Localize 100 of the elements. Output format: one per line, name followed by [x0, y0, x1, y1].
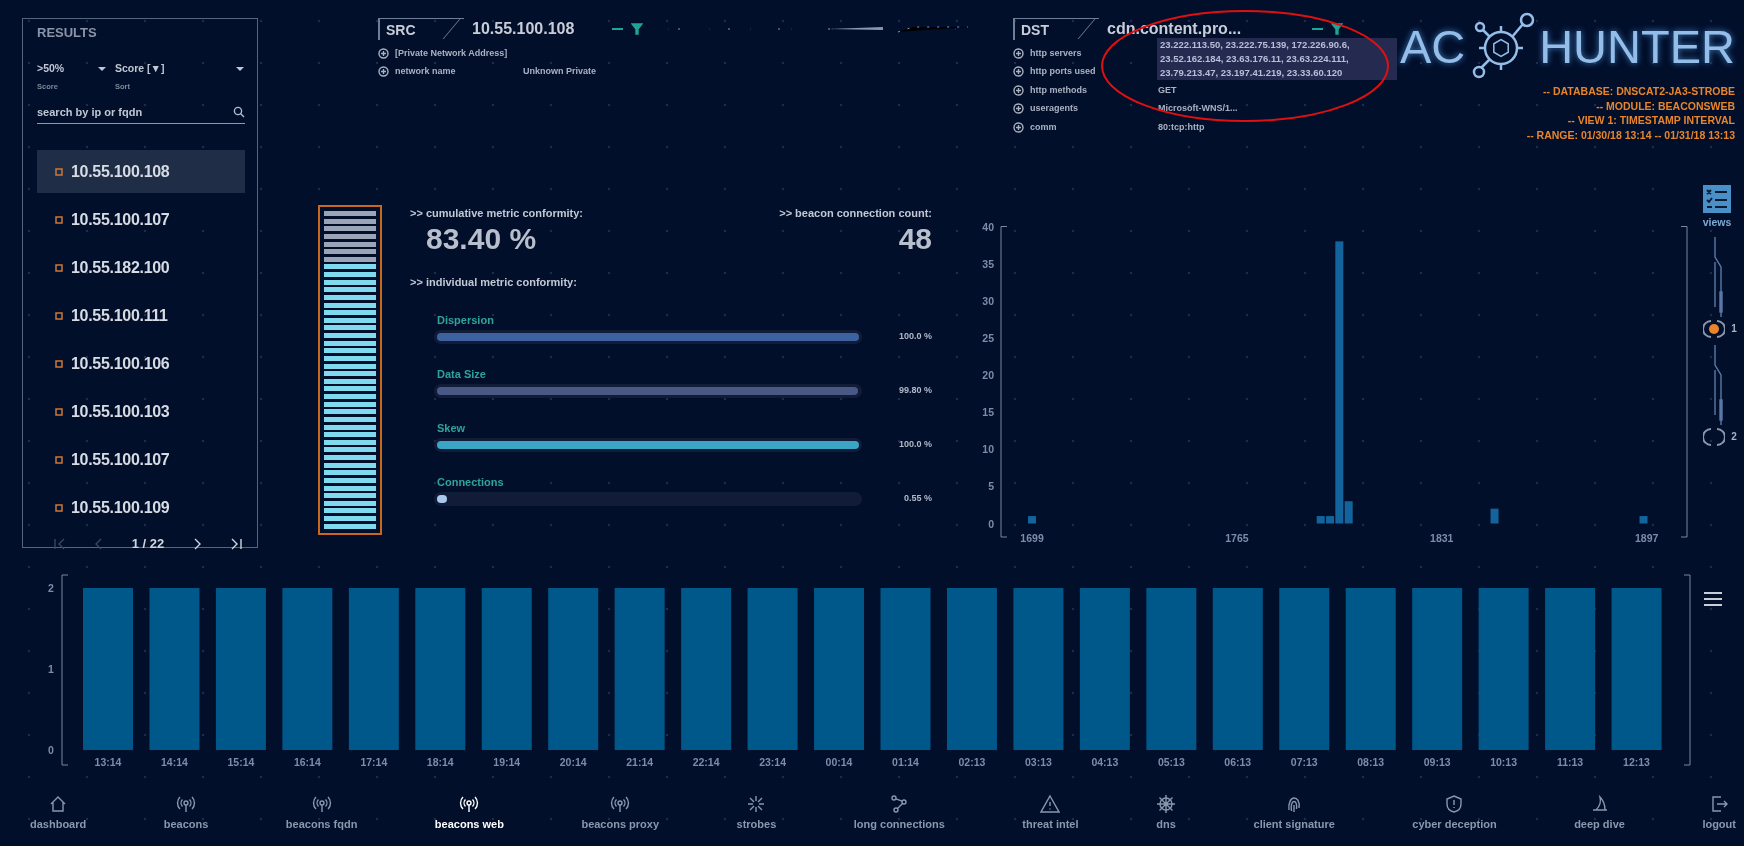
square-icon — [55, 503, 63, 512]
nav-tab[interactable]: beacons — [163, 794, 209, 846]
host-value: 10.55.100.108 — [472, 19, 575, 39]
nav-tab[interactable]: beacons web — [434, 794, 504, 846]
list-item[interactable]: 10.55.100.103 — [37, 390, 245, 434]
square-icon — [55, 455, 63, 464]
expand-icon[interactable] — [1013, 103, 1024, 115]
filter-icon[interactable] — [631, 23, 643, 35]
filter-icon[interactable] — [1331, 23, 1343, 35]
detail-label: useragents — [1030, 102, 1080, 115]
expand-icon[interactable] — [1013, 84, 1024, 96]
tick-label: 2 — [48, 582, 54, 594]
list-item[interactable]: 10.55.182.100 — [37, 246, 245, 290]
tick-label: 35 — [982, 257, 994, 270]
nav-tab[interactable]: beacons fqdn — [285, 794, 358, 846]
nav-tab[interactable]: client signature — [1253, 794, 1335, 846]
detail-value: Microsoft-WNS/1... — [1158, 102, 1238, 115]
list-item[interactable]: 10.55.100.106 — [37, 342, 245, 386]
tick-label: 14:14 — [161, 756, 188, 768]
view-step[interactable]: 1 — [1703, 318, 1737, 339]
metric-reading: 99.80 % — [897, 384, 932, 398]
detail-label: comm — [1030, 120, 1058, 134]
tick-label: 23:14 — [759, 756, 786, 768]
search-icon[interactable] — [233, 105, 245, 118]
tick-label: 10:13 — [1490, 756, 1518, 768]
metric-name: Dispersion — [437, 313, 495, 328]
nav-tab[interactable]: dashboard — [30, 794, 87, 846]
views-icon[interactable] — [1703, 185, 1731, 213]
square-icon — [55, 407, 63, 416]
nav-tab[interactable]: strobes — [736, 794, 777, 846]
section-label: DST — [1013, 18, 1099, 40]
detail-value: Unknown Private — [523, 65, 596, 78]
caret-icon — [235, 66, 245, 72]
expand-icon[interactable] — [378, 66, 389, 78]
wheel-icon — [1156, 794, 1177, 814]
tick-label: 18:14 — [426, 756, 454, 768]
dropdown[interactable]: >50% — [37, 61, 107, 77]
detail-value: 23.222.113.50, 23.222.75.139, 172.226.90.6, 23.52.162.184, 23.63.176.11, 23.63.224.111, 23.79.213.47, 23.197.41.219, 23.33.60.120 — [1157, 38, 1397, 80]
search-field[interactable]: search by ip or fqdn — [37, 101, 233, 122]
expand-icon[interactable] — [1013, 66, 1024, 78]
views-label: views — [1702, 215, 1732, 230]
dropdown[interactable]: Score [▼] — [115, 61, 245, 77]
tick-label: 04:13 — [1091, 756, 1119, 768]
detail-label: http methods — [1030, 83, 1088, 97]
expand-icon[interactable] — [1013, 121, 1024, 133]
metric-reading: 100.0 % — [897, 438, 932, 452]
tick-label: 30 — [982, 294, 994, 307]
list-item[interactable]: 10.55.100.107 — [37, 198, 245, 242]
tick-label: 1897 — [1634, 532, 1659, 544]
logout-icon — [1709, 794, 1730, 814]
antenna-icon — [610, 794, 631, 814]
info-line: -- MODULE: BEACONSWEB — [1595, 98, 1735, 113]
tick-label: 01:14 — [892, 756, 919, 768]
section-label: SRC — [378, 18, 464, 40]
square-icon — [55, 359, 63, 368]
caret-icon — [97, 66, 107, 72]
info-line: -- RANGE: 01/30/18 13:14 -- 01/31/18 13:13 — [1525, 127, 1735, 142]
histogram-bar — [1028, 516, 1037, 524]
nav-tab[interactable]: beacons proxy — [581, 794, 660, 846]
chevron-icon — [53, 537, 67, 551]
tick-label: 07:13 — [1290, 756, 1318, 768]
tick-label: 1 — [48, 663, 54, 675]
tick-label: 13:14 — [94, 756, 122, 768]
nav-tab[interactable]: logout — [1702, 794, 1736, 846]
list-item[interactable]: 10.55.100.111 — [37, 294, 245, 338]
square-icon — [55, 263, 63, 272]
panel-title: RESULTS — [37, 25, 98, 41]
histogram-bar — [1490, 508, 1499, 524]
tick-label: 05:13 — [1157, 756, 1185, 768]
tick-label: 20 — [982, 369, 994, 381]
tick-label: 22:14 — [692, 756, 720, 768]
list-item[interactable]: 10.55.100.108 — [37, 150, 245, 194]
antenna-icon — [176, 794, 197, 814]
nav-tab[interactable]: long connections — [853, 794, 945, 846]
nav-tab[interactable]: cyber deception — [1412, 794, 1497, 846]
metric-name: Skew — [437, 421, 467, 436]
metric-label: >> individual metric conformity: — [410, 274, 578, 290]
tick-label: 40 — [982, 220, 994, 233]
list-item[interactable]: 10.55.100.109 — [37, 486, 245, 530]
conformity-value: 83.40 % — [426, 221, 538, 256]
tick-label: 1831 — [1430, 532, 1454, 544]
warning-icon — [1040, 794, 1061, 814]
list-item[interactable]: 10.55.100.107 — [37, 438, 245, 482]
ring-icon — [1703, 318, 1726, 339]
tick-label: 20:14 — [559, 756, 587, 768]
menu-icon[interactable] — [1704, 590, 1722, 607]
nav-tab[interactable]: deep dive — [1574, 794, 1625, 846]
nav-tab[interactable]: dns — [1156, 794, 1177, 846]
detail-label: http servers — [1030, 46, 1083, 60]
tick-label: 10 — [982, 443, 994, 456]
detail-label: [Private Network Address] — [395, 46, 509, 60]
view-step[interactable]: 2 — [1703, 426, 1737, 447]
detail-label: network name — [395, 65, 457, 78]
tick-label: 02:13 — [958, 756, 986, 768]
expand-icon[interactable] — [1013, 47, 1024, 59]
tick-label: 15:14 — [227, 756, 255, 768]
detail-label: http ports used — [1030, 65, 1097, 78]
nav-tab[interactable]: threat intel — [1022, 794, 1079, 846]
tick-label: 16:14 — [293, 756, 321, 768]
expand-icon[interactable] — [378, 47, 389, 59]
